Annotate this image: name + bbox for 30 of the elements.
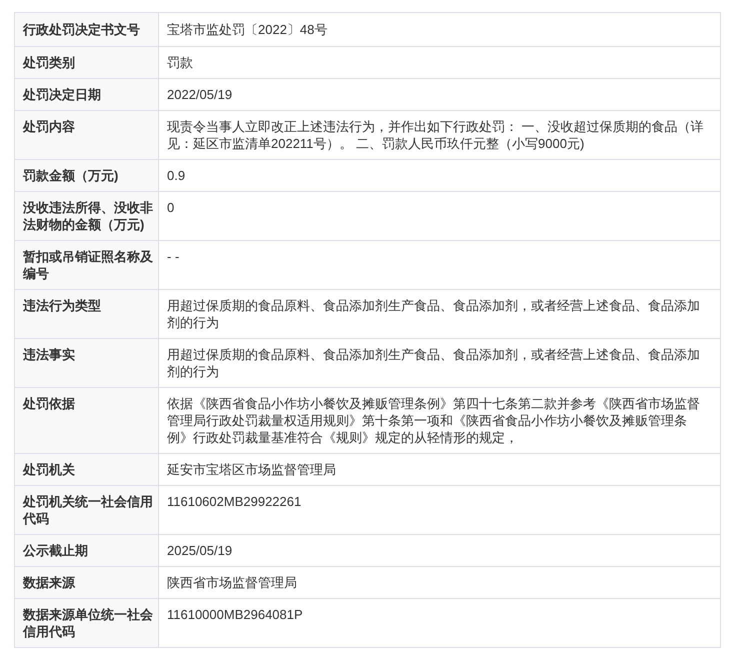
field-value: 11610000MB2964081P xyxy=(159,598,720,647)
field-value: 宝塔市监处罚〔2022〕48号 xyxy=(166,21,328,39)
field-value: 依据《陕西省食品小作坊小餐饮及摊贩管理条例》第四十七条第二款并参考《陕西省市场监督管理局行政处罚裁量权适用规则》第十条第一项和《陕西省食品小作坊小餐饮及摊贩管理条例》行政处罚裁量基准符合《规则》规定的从轻情形的规定， xyxy=(159,387,720,453)
field-value: 罚款 xyxy=(159,46,720,78)
field-label: 处罚机关 xyxy=(15,453,159,485)
field-value: 0 xyxy=(159,191,720,240)
field-value: 陕西省市场监督管理局 xyxy=(159,566,720,598)
field-value: - - xyxy=(159,240,720,289)
field-label: 罚款金额（万元) xyxy=(15,159,159,191)
field-label: 数据来源 xyxy=(15,566,159,598)
field-value: 延安市宝塔区市场监督管理局 xyxy=(159,453,720,485)
field-label: 处罚依据 xyxy=(15,387,159,453)
field-value: 2025/05/19 xyxy=(159,534,720,566)
field-label: 暂扣或吊销证照名称及编号 xyxy=(15,240,159,289)
field-value: 2022/05/19 xyxy=(159,78,720,110)
field-label: 违法事实 xyxy=(15,338,159,387)
field-value: 11610602MB29922261 xyxy=(159,485,720,534)
field-label: 处罚决定日期 xyxy=(15,78,159,110)
field-label: 行政处罚决定书文号 xyxy=(15,13,159,46)
field-value: 现责令当事人立即改正上述违法行为，并作出如下行政处罚： 一、没收超过保质期的食品（详见：延区市监清单202211号）。 二、罚款人民币玖仟元整（小写9000元) xyxy=(159,110,720,159)
field-value: 0.9 xyxy=(159,159,720,191)
field-label: 没收违法所得、没收非法财物的金额（万元) xyxy=(15,191,159,240)
field-label: 数据来源单位统一社会信用代码 xyxy=(15,598,159,647)
field-label: 处罚内容 xyxy=(15,110,159,159)
field-label: 处罚类别 xyxy=(15,46,159,78)
field-value: 用超过保质期的食品原料、食品添加剂生产食品、食品添加剂，或者经营上述食品、食品添加剂的行为 xyxy=(159,289,720,338)
field-value: 用超过保质期的食品原料、食品添加剂生产食品、食品添加剂，或者经营上述食品、食品添加剂的行为 xyxy=(159,338,720,387)
field-label: 公示截止期 xyxy=(15,534,159,566)
field-label: 处罚机关统一社会信用代码 xyxy=(15,485,159,534)
field-label: 违法行为类型 xyxy=(15,289,159,338)
